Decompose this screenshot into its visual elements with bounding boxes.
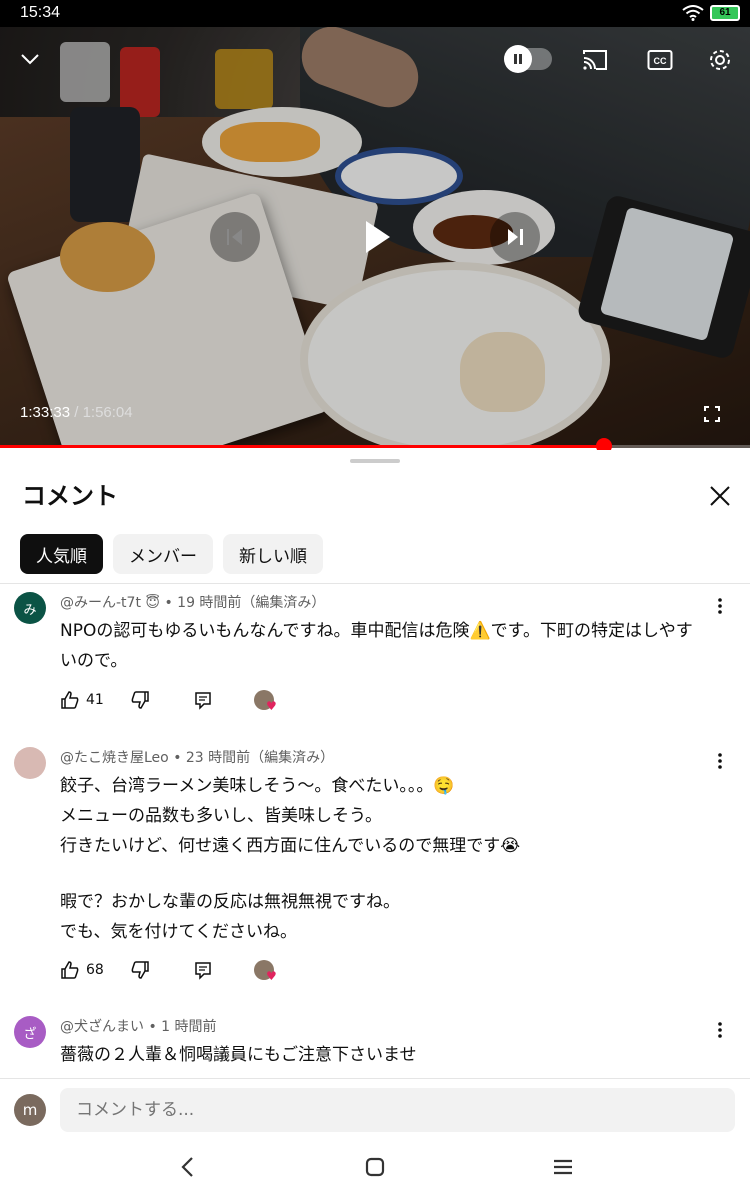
comment-author[interactable]: @たこ焼き屋Leo [60, 750, 169, 766]
heart-icon: ♥ [266, 699, 277, 713]
recents-icon[interactable] [547, 1151, 579, 1183]
avatar[interactable]: み [14, 592, 46, 624]
reply-button[interactable] [193, 960, 213, 980]
avatar[interactable]: ざ [14, 1016, 46, 1048]
like-button[interactable]: 41 [60, 690, 104, 710]
next-icon[interactable] [490, 212, 540, 262]
comment-text: 薔薇の２人輩＆恫喝議員にもご注意下さいませ [60, 1040, 720, 1070]
avatar-initial: ざ [23, 1026, 37, 1042]
comment-input[interactable] [60, 1088, 735, 1132]
member-badge: 😇 [145, 595, 160, 611]
autoplay-toggle[interactable] [504, 45, 552, 73]
thumb-down-icon [131, 691, 149, 709]
creator-heart-icon: ♥ [254, 690, 277, 713]
comment-line: NPOの認可もゆるいもんなんですね。車中配信は危険⚠️です。下町の特定はしやす [60, 621, 693, 641]
wifi-icon [682, 5, 704, 21]
chip-popular[interactable]: 人気順 [20, 534, 103, 574]
svg-text:CC: CC [654, 56, 667, 66]
my-avatar-initial: m [22, 1101, 38, 1119]
like-count: 41 [86, 692, 104, 708]
comment-line: 餃子、台湾ラーメン美味しそう〜。食べたい。。。🤤 [60, 776, 455, 796]
reply-button[interactable] [193, 690, 213, 710]
thumb-down-icon [131, 961, 149, 979]
video-player[interactable]: CC 1:33:33 / 1:56:04 [0, 27, 750, 448]
video-time: 1:33:33 / 1:56:04 [20, 404, 133, 421]
comment-input-bar: m [0, 1078, 750, 1135]
comment-meta: @みーん-t7t 😇 • 19 時間前（編集済み） [60, 592, 325, 612]
more-icon[interactable] [712, 1018, 728, 1042]
previous-icon[interactable] [210, 212, 260, 262]
like-button[interactable]: 68 [60, 960, 104, 980]
comment-line: 暇で？おかしな輩の反応は無視無視ですね。 [60, 892, 400, 912]
duration: 1:56:04 [82, 404, 133, 421]
thumb-up-icon [61, 691, 79, 709]
chip-members[interactable]: メンバー [113, 534, 213, 574]
avatar-initial: み [23, 602, 37, 618]
battery-icon: 61 [710, 5, 740, 21]
reply-icon [195, 692, 211, 710]
settings-icon[interactable] [705, 45, 735, 75]
progress-fill [0, 445, 604, 448]
current-time: 1:33:33 [20, 404, 71, 421]
home-icon[interactable] [359, 1151, 391, 1183]
comment-time: • 23 時間前（編集済み） [173, 750, 335, 766]
sort-chips: 人気順 メンバー 新しい順 [20, 534, 323, 574]
comment-line: メニューの品数も多いし、皆美味しそう。 [60, 806, 382, 826]
thumb-up-icon [61, 961, 79, 979]
captions-icon[interactable]: CC [645, 45, 675, 75]
sheet-title: コメント [22, 482, 118, 510]
dislike-button[interactable] [130, 690, 150, 710]
comment-list: み @みーん-t7t 😇 • 19 時間前（編集済み） NPOの認可もゆるいもん… [0, 584, 750, 1078]
close-icon[interactable] [704, 480, 736, 512]
play-icon[interactable] [350, 210, 404, 264]
comments-sheet: コメント 人気順 メンバー 新しい順 み @みーん-t7t 😇 • 19 時間前… [0, 450, 750, 1200]
comment-line: いので。 [60, 651, 128, 671]
comment-meta: @たこ焼き屋Leo • 23 時間前（編集済み） [60, 747, 334, 767]
comment-time: • 19 時間前（編集済み） [164, 595, 326, 611]
comment-meta: @犬ざんまい • 1 時間前 [60, 1016, 217, 1036]
comment-line: 薔薇の２人輩＆恫喝議員にもご注意下さいませ [60, 1045, 417, 1065]
comment-time: • 1 時間前 [148, 1019, 217, 1035]
system-nav-bar [0, 1135, 750, 1200]
reply-icon [195, 962, 211, 980]
comment-line: でも、気を付けてくださいね。 [60, 922, 297, 942]
more-icon[interactable] [712, 594, 728, 618]
status-time: 15:34 [20, 4, 61, 21]
comment-text: NPOの認可もゆるいもんなんですね。車中配信は危険⚠️です。下町の特定はしやす … [60, 616, 720, 676]
time-separator: / [70, 404, 83, 421]
progress-bar[interactable] [0, 438, 750, 454]
comment-line: 行きたいけど、何せ遠く西方面に住んでいるので無理です😭 [60, 836, 521, 856]
dislike-button[interactable] [130, 960, 150, 980]
pause-toggle-icon [504, 45, 532, 73]
back-icon[interactable] [171, 1151, 203, 1183]
fullscreen-icon[interactable] [700, 402, 724, 426]
more-icon[interactable] [712, 749, 728, 773]
avatar[interactable] [14, 747, 46, 779]
creator-heart-icon: ♥ [254, 960, 277, 983]
comment-line-blank [60, 861, 720, 887]
comment-text: 餃子、台湾ラーメン美味しそう〜。食べたい。。。🤤 メニューの品数も多いし、皆美味… [60, 771, 720, 947]
my-avatar: m [14, 1094, 46, 1126]
status-bar: 15:34 61 [0, 0, 750, 27]
chevron-down-icon[interactable] [16, 45, 44, 73]
chip-newest[interactable]: 新しい順 [223, 534, 323, 574]
heart-icon: ♥ [266, 969, 277, 983]
cast-icon[interactable] [580, 45, 610, 75]
comment-author[interactable]: @犬ざんまい [60, 1019, 144, 1035]
battery-level: 61 [719, 7, 731, 18]
drag-handle[interactable] [350, 459, 400, 463]
comment-author[interactable]: @みーん-t7t [60, 595, 141, 611]
like-count: 68 [86, 962, 104, 978]
